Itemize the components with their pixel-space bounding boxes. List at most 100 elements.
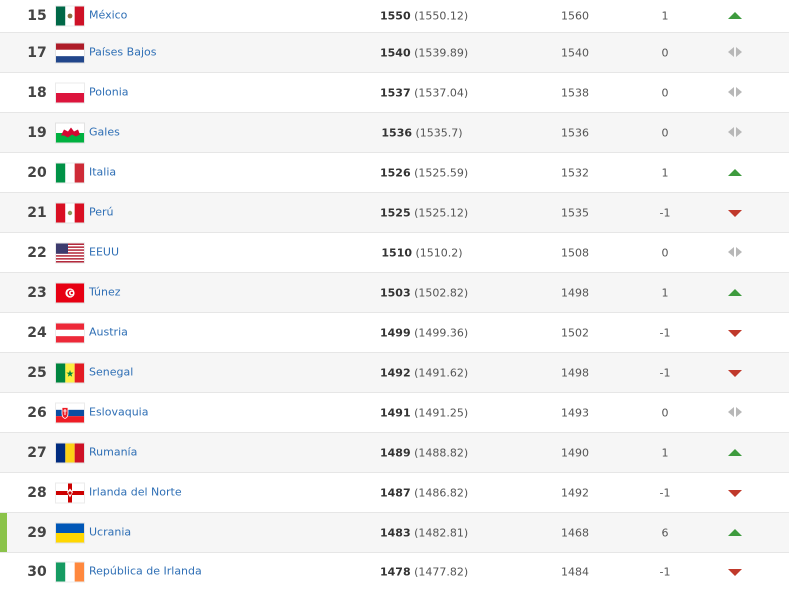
country-link[interactable]: EEUU: [89, 245, 119, 258]
country-link[interactable]: Gales: [89, 125, 120, 138]
points-exact: (1477.82): [414, 565, 469, 579]
previous-points: 1538: [561, 86, 589, 99]
table-row: 25 Senegal 1492 (1491.62) 1498 -1: [0, 353, 789, 393]
country-link[interactable]: Irlanda del Norte: [89, 485, 182, 498]
position-change: 0: [661, 46, 669, 59]
country-link[interactable]: Eslovaquia: [89, 405, 148, 418]
points: 1478 (1477.82): [380, 566, 468, 579]
country-link[interactable]: Italia: [89, 165, 116, 178]
previous-points: 1536: [561, 126, 589, 139]
romania-flag-icon: [56, 443, 84, 462]
points-exact: (1482.81): [414, 526, 469, 539]
country-link[interactable]: Países Bajos: [89, 45, 156, 58]
position-change: 1: [661, 166, 669, 179]
trend-same-icon: [727, 246, 743, 259]
table-row: 22 EEUU 1510 (1510.2) 1508 0: [0, 233, 789, 273]
points-main: 1526: [380, 166, 411, 179]
rank: 26: [27, 404, 47, 421]
table-row: 18 Polonia 1537 (1537.04) 1538 0: [0, 73, 789, 113]
points: 1483 (1482.81): [380, 526, 468, 539]
previous-points: 1490: [561, 446, 589, 459]
trend-same-icon: [727, 46, 743, 59]
country-link[interactable]: México: [89, 9, 127, 22]
table-row: 24 Austria 1499 (1499.36) 1502 -1: [0, 313, 789, 353]
country-link[interactable]: Ucrania: [89, 525, 131, 538]
country-link[interactable]: Austria: [89, 325, 128, 338]
points-exact: (1502.82): [414, 286, 469, 299]
previous-points: 1468: [561, 526, 589, 539]
points-exact: (1510.2): [415, 246, 463, 259]
ukraine-flag-icon: [56, 523, 84, 542]
slovakia-flag-icon: [56, 403, 84, 422]
previous-points: 1560: [561, 9, 589, 23]
points: 1526 (1525.59): [380, 166, 468, 179]
points-main: 1540: [380, 46, 411, 59]
position-change: 0: [661, 246, 669, 259]
position-change: 0: [661, 86, 669, 99]
previous-points: 1502: [561, 326, 589, 339]
rank: 24: [27, 324, 47, 341]
rank: 25: [27, 364, 47, 381]
previous-points: 1484: [561, 565, 589, 579]
poland-flag-icon: [56, 83, 84, 102]
points-main: 1492: [380, 366, 411, 379]
country-link[interactable]: Túnez: [89, 285, 121, 298]
trend-same-icon: [727, 86, 743, 99]
points-exact: (1539.89): [414, 46, 469, 59]
position-change: -1: [659, 486, 671, 499]
points-main: 1483: [380, 526, 411, 539]
table-row: 30 República de Irlanda 1478 (1477.82) 1…: [0, 553, 789, 591]
points-exact: (1550.12): [414, 9, 469, 23]
points: 1487 (1486.82): [380, 486, 468, 499]
points-main: 1503: [380, 286, 411, 299]
points: 1491 (1491.25): [380, 406, 468, 419]
country-link[interactable]: Senegal: [89, 365, 133, 378]
position-change: 1: [661, 9, 669, 23]
rank: 20: [27, 164, 47, 181]
trend-same-icon: [727, 406, 743, 419]
points-exact: (1535.7): [415, 126, 463, 139]
position-change: 6: [661, 526, 669, 539]
trend-down-icon: [727, 487, 743, 499]
netherlands-flag-icon: [56, 43, 84, 62]
country-link[interactable]: Rumanía: [89, 445, 137, 458]
points-main: 1489: [380, 446, 411, 459]
rank: 23: [27, 284, 47, 301]
points: 1510 (1510.2): [380, 246, 464, 259]
points-main: 1491: [380, 406, 411, 419]
table-row: 20 Italia 1526 (1525.59) 1532 1: [0, 153, 789, 193]
rank: 18: [27, 84, 47, 101]
trend-same-icon: [727, 126, 743, 139]
trend-up-icon: [727, 10, 743, 22]
country-link[interactable]: Perú: [89, 205, 114, 218]
points: 1540 (1539.89): [380, 46, 468, 59]
rank: 30: [27, 564, 47, 580]
country-link[interactable]: República de Irlanda: [89, 565, 202, 578]
position-change: -1: [659, 366, 671, 379]
trend-up-icon: [727, 167, 743, 179]
mexico-flag-icon: [56, 6, 84, 26]
table-row: 17 Países Bajos 1540 (1539.89) 1540 0: [0, 33, 789, 73]
points-main: 1550: [380, 9, 411, 23]
points-exact: (1499.36): [414, 326, 469, 339]
points: 1550 (1550.12): [380, 9, 468, 23]
trend-up-icon: [727, 447, 743, 459]
ireland-flag-icon: [56, 562, 84, 582]
previous-points: 1492: [561, 486, 589, 499]
trend-up-icon: [727, 287, 743, 299]
points-main: 1536: [381, 126, 413, 139]
points-exact: (1486.82): [414, 486, 469, 499]
previous-points: 1493: [561, 406, 589, 419]
position-change: -1: [659, 206, 671, 219]
points-exact: (1525.12): [414, 206, 469, 219]
rank: 29: [27, 524, 47, 541]
table-row: 26 Eslovaquia 1491 (1491.25) 1493 0: [0, 393, 789, 433]
position-change: -1: [659, 565, 671, 579]
country-link[interactable]: Polonia: [89, 85, 129, 98]
points-main: 1487: [380, 486, 411, 499]
trend-down-icon: [727, 566, 743, 578]
table-row: 15 México 1550 (1550.12) 1560 1: [0, 0, 789, 33]
points-main: 1499: [380, 326, 411, 339]
northern-ireland-flag-icon: [56, 483, 84, 502]
rank: 28: [27, 484, 47, 501]
